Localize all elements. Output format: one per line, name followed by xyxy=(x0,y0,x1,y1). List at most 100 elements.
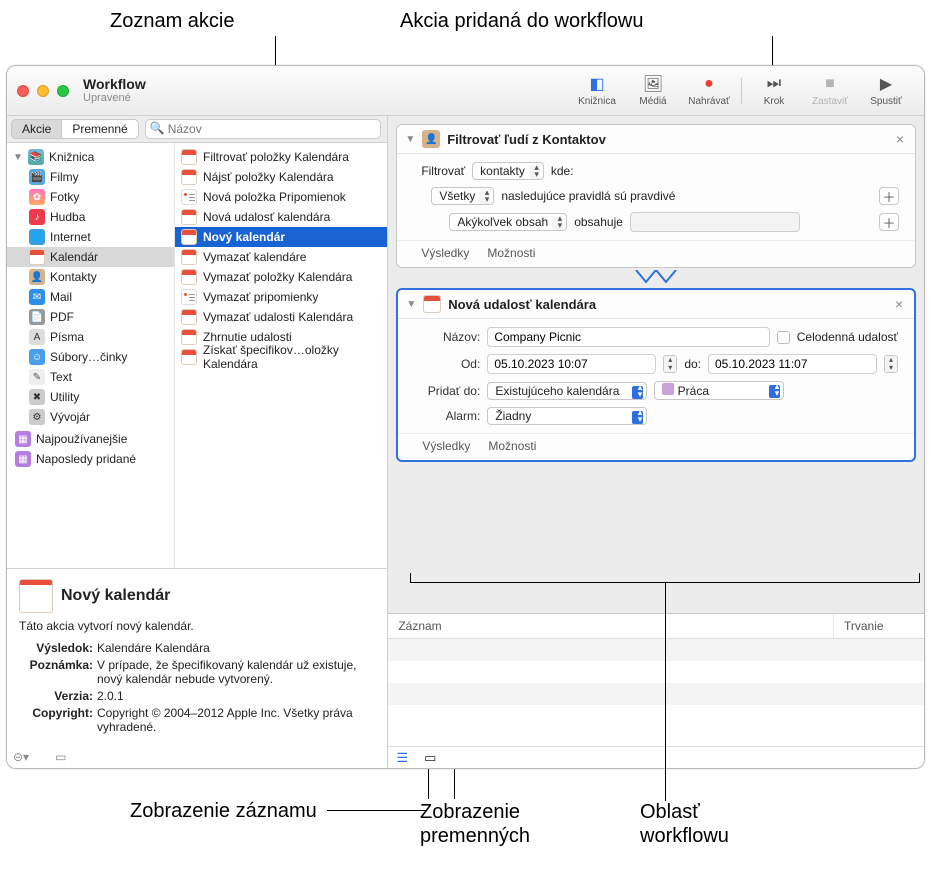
disclosure-triangle-icon[interactable]: ▼ xyxy=(405,134,415,145)
action-row[interactable]: Nájsť položky Kalendára xyxy=(175,167,387,187)
results-tab[interactable]: Výsledky xyxy=(422,439,470,453)
results-tab[interactable]: Výsledky xyxy=(421,246,469,260)
toolbar-stop-button[interactable]: ■ Zastaviť xyxy=(802,74,858,107)
log-body[interactable] xyxy=(388,639,924,746)
lib-item-vyvojar[interactable]: ⚙Vývojár xyxy=(7,407,174,427)
info-key: Verzia: xyxy=(19,689,93,703)
lib-item-hudba[interactable]: ♪Hudba xyxy=(7,207,174,227)
tab-actions[interactable]: Akcie xyxy=(11,119,62,139)
calendar-icon xyxy=(181,269,197,285)
action-row[interactable]: Vymazať udalosti Kalendára xyxy=(175,307,387,327)
close-icon[interactable]: × xyxy=(892,296,906,312)
add-condition-button[interactable]: ＋ xyxy=(879,213,899,231)
callout-line xyxy=(327,810,427,811)
log-col-duration[interactable]: Trvanie xyxy=(834,614,924,638)
from-date-input[interactable] xyxy=(487,354,656,374)
utility-icon: ✖ xyxy=(29,389,45,405)
action-row[interactable]: Filtrovať položky Kalendára xyxy=(175,147,387,167)
rule-text: nasledujúce pravidlá sú pravdivé xyxy=(501,189,675,203)
filter-value-input[interactable] xyxy=(630,212,800,232)
lib-item-pdf[interactable]: 📄PDF xyxy=(7,307,174,327)
play-icon: ▶ xyxy=(880,74,892,94)
settings-icon[interactable]: ⊝▾ xyxy=(13,750,29,764)
workflow-area[interactable]: ▼ 👤 Filtrovať ľudí z Kontaktov × Filtrov… xyxy=(388,116,924,613)
alarm-select[interactable]: Žiadny▴▾ xyxy=(487,407,647,425)
action-row-selected[interactable]: Nový kalendár xyxy=(175,227,387,247)
log-footer: ☰ ▭ xyxy=(388,746,924,768)
lib-smart-most-used[interactable]: ▦Najpoužívanejšie xyxy=(7,429,174,449)
disclosure-triangle-icon[interactable]: ▼ xyxy=(406,299,416,310)
log-row xyxy=(388,661,924,683)
lib-item-fotky[interactable]: ✿Fotky xyxy=(7,187,174,207)
action-row[interactable]: Získať špecifikov…oložky Kalendára xyxy=(175,347,387,367)
lib-item-kalendar[interactable]: Kalendár xyxy=(7,247,174,267)
library-tree[interactable]: ▼ 📚 Knižnica 🎬Filmy ✿Fotky ♪Hudba 🌐Inter… xyxy=(7,143,175,568)
calendar-icon xyxy=(423,295,441,313)
action-row[interactable]: Nová položka Pripomienok xyxy=(175,187,387,207)
lib-item-internet[interactable]: 🌐Internet xyxy=(7,227,174,247)
calendar-icon xyxy=(181,229,197,245)
lib-item-pisma[interactable]: APísma xyxy=(7,327,174,347)
lib-item-utility[interactable]: ✖Utility xyxy=(7,387,174,407)
addto-select[interactable]: Existujúceho kalendára▴▾ xyxy=(487,382,647,400)
action-row[interactable]: Nová udalosť kalendára xyxy=(175,207,387,227)
lib-item-mail[interactable]: ✉Mail xyxy=(7,287,174,307)
lib-item-kontakty[interactable]: 👤Kontakty xyxy=(7,267,174,287)
add-rule-button[interactable]: ＋ xyxy=(879,187,899,205)
log-row xyxy=(388,639,924,661)
close-icon[interactable]: × xyxy=(893,131,907,147)
event-name-input[interactable] xyxy=(487,327,769,347)
field-select[interactable]: Akýkoľvek obsah▴▾ xyxy=(449,213,567,231)
allday-checkbox[interactable] xyxy=(777,331,790,344)
minimize-window-button[interactable] xyxy=(37,85,49,97)
toolbar-library-button[interactable]: ◧ Knižnica xyxy=(569,74,625,107)
search-input[interactable] xyxy=(145,119,382,139)
segment-control: Akcie Premenné xyxy=(11,119,139,139)
workflow-action-filter-contacts[interactable]: ▼ 👤 Filtrovať ľudí z Kontaktov × Filtrov… xyxy=(396,124,916,268)
lib-item-text[interactable]: ✎Text xyxy=(7,367,174,387)
disclosure-triangle-icon[interactable]: ▼ xyxy=(13,152,23,163)
toolbar-separator xyxy=(741,78,742,104)
filter-target-select[interactable]: kontakty▴▾ xyxy=(472,162,544,180)
lib-item-subory[interactable]: ☺Súbory…činky xyxy=(7,347,174,367)
close-window-button[interactable] xyxy=(17,85,29,97)
window-controls xyxy=(17,85,69,97)
from-stepper[interactable]: ▴▾ xyxy=(663,355,677,373)
calendar-icon xyxy=(181,209,197,225)
to-stepper[interactable]: ▴▾ xyxy=(884,355,898,373)
to-date-input[interactable] xyxy=(708,354,877,374)
options-tab[interactable]: Možnosti xyxy=(488,439,536,453)
action-title: Nová udalosť kalendára xyxy=(448,297,596,312)
calendar-icon xyxy=(181,309,197,325)
lib-smart-recent[interactable]: ▦Naposledy pridané xyxy=(7,449,174,469)
variables-view-button[interactable]: ▭ xyxy=(422,751,438,765)
library-root[interactable]: ▼ 📚 Knižnica xyxy=(7,147,174,167)
tab-variables[interactable]: Premenné xyxy=(62,119,138,139)
match-select[interactable]: Všetky▴▾ xyxy=(431,187,494,205)
zoom-window-button[interactable] xyxy=(57,85,69,97)
window-title-group: Workflow Upravené xyxy=(83,76,146,105)
info-value: Kalendáre Kalendára xyxy=(97,641,375,655)
toolbar-media-button[interactable]: 🖼 Médiá xyxy=(625,74,681,107)
options-tab[interactable]: Možnosti xyxy=(487,246,535,260)
toolbar-record-button[interactable]: ● Nahrávať xyxy=(681,74,737,107)
library-root-label: Knižnica xyxy=(49,150,94,164)
contacts-icon: 👤 xyxy=(29,269,45,285)
calendar-icon xyxy=(181,149,197,165)
log-view-button[interactable]: ☰ xyxy=(394,751,410,765)
app-window: Workflow Upravené ◧ Knižnica 🖼 Médiá ● N… xyxy=(6,65,925,769)
toolbar-run-button[interactable]: ▶ Spustiť xyxy=(858,74,914,107)
addto-label: Pridať do: xyxy=(422,384,480,398)
action-row[interactable]: Vymazať kalendáre xyxy=(175,247,387,267)
action-row[interactable]: Vymazať položky Kalendára xyxy=(175,267,387,287)
log-col-record[interactable]: Záznam xyxy=(388,614,834,638)
actions-list[interactable]: Filtrovať položky Kalendára Nájsť položk… xyxy=(175,143,387,568)
description-toggle-icon[interactable]: ▭ xyxy=(55,750,66,764)
calendar-select[interactable]: Práca▴▾ xyxy=(654,381,784,400)
toolbar-step-button[interactable]: ⏭ Krok xyxy=(746,74,802,107)
workflow-action-new-event[interactable]: ▼ Nová udalosť kalendára × Názov: Celode… xyxy=(396,288,916,462)
lib-item-filmy[interactable]: 🎬Filmy xyxy=(7,167,174,187)
toolbar-record-label: Nahrávať xyxy=(688,96,730,107)
action-row[interactable]: Vymazať pripomienky xyxy=(175,287,387,307)
smart-folder-icon: ▦ xyxy=(15,451,31,467)
